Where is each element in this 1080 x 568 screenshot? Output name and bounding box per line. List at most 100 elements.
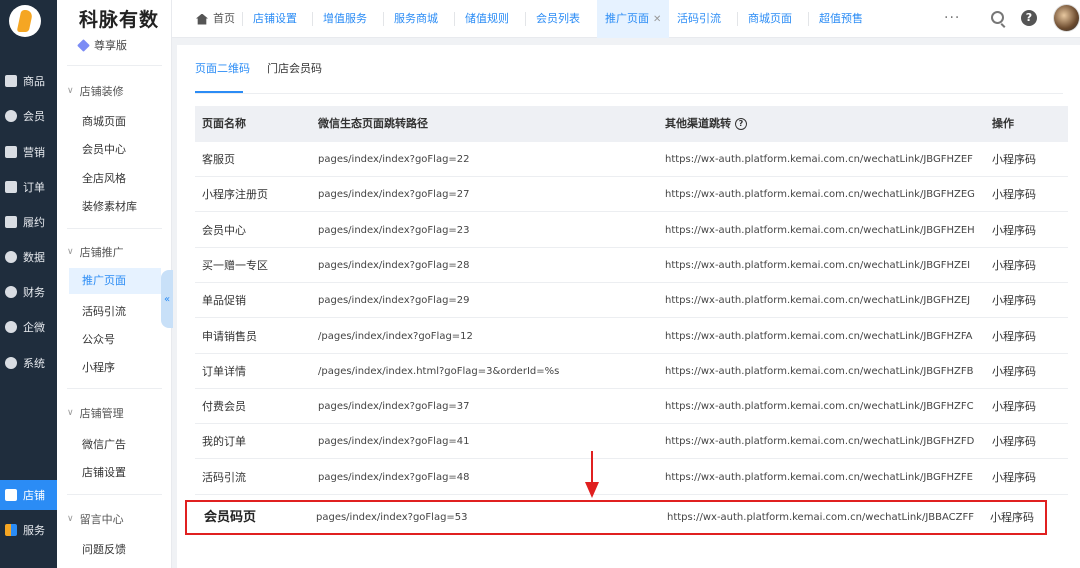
mini-program-code-button[interactable]: 小程序码 (990, 502, 1034, 533)
tab-member-list[interactable]: 会员列表 (536, 0, 580, 38)
avatar[interactable] (1053, 4, 1080, 32)
sub-item-promotion-page[interactable]: 推广页面 (69, 268, 161, 294)
cell-page-name: 申请销售员 (202, 329, 257, 343)
cell-wechat-path: pages/index/index?goFlag=53 (316, 512, 468, 523)
cell-other-link[interactable]: https://wx-auth.platform.kemai.com.cn/we… (665, 177, 975, 212)
cell-other-link[interactable]: https://wx-auth.platform.kemai.com.cn/we… (665, 460, 973, 495)
mini-program-code-button[interactable]: 小程序码 (992, 319, 1036, 354)
cell-other-link[interactable]: https://wx-auth.platform.kemai.com.cn/we… (665, 424, 974, 459)
tab-underline-track (195, 93, 1063, 94)
close-icon[interactable]: ✕ (653, 14, 661, 25)
highlighted-table-row[interactable]: 会员码页 pages/index/index?goFlag=53 https:/… (185, 500, 1047, 535)
sub-item-store-settings[interactable]: 店铺设置 (82, 464, 126, 480)
tab-service-mall[interactable]: 服务商城 (394, 0, 438, 38)
section-title: 店铺装修 (79, 85, 124, 98)
nav-item-goods[interactable]: 商品 (0, 66, 57, 96)
wecom-icon (5, 321, 17, 333)
tab-value-added[interactable]: 增值服务 (323, 0, 367, 38)
nav-item-member[interactable]: 会员 (0, 101, 57, 131)
mini-program-code-button[interactable]: 小程序码 (992, 213, 1036, 248)
tab-home[interactable]: 首页 (196, 0, 235, 38)
sub-item-material-library[interactable]: 装修素材库 (82, 198, 137, 214)
section-promotion[interactable]: ∨ 店铺推广 (67, 244, 124, 260)
tab-stored-value-rules[interactable]: 储值规则 (465, 0, 509, 38)
app-logo[interactable] (9, 5, 41, 37)
app-window: 商品 会员 营销 订单 履约 数据 财务 企微 系统 店铺 服务 科脉有数 尊享… (0, 0, 1080, 568)
cell-wechat-path: pages/index/index?goFlag=41 (318, 436, 470, 448)
tab-page-qrcode[interactable]: 页面二维码 (195, 60, 250, 76)
cell-page-name: 活码引流 (202, 470, 246, 484)
section-management[interactable]: ∨ 店铺管理 (67, 405, 124, 421)
nav-label: 数据 (23, 251, 45, 264)
cell-other-link[interactable]: https://wx-auth.platform.kemai.com.cn/we… (665, 213, 975, 248)
nav-item-system[interactable]: 系统 (0, 348, 57, 378)
collapse-sidebar-button[interactable]: « (161, 270, 173, 328)
cell-page-name: 我的订单 (202, 435, 246, 449)
cell-wechat-path: /pages/index/index?goFlag=12 (318, 330, 473, 342)
tab-store-settings[interactable]: 店铺设置 (253, 0, 297, 38)
sub-item-mall-page[interactable]: 商城页面 (82, 113, 126, 129)
cell-page-name: 单品促销 (202, 294, 246, 308)
header-wechat-path: 微信生态页面跳转路径 (318, 117, 428, 130)
help-icon[interactable]: ? (1021, 10, 1037, 26)
tab-live-code[interactable]: 活码引流 (677, 0, 721, 38)
tab-store-member-code[interactable]: 门店会员码 (267, 60, 322, 76)
search-icon[interactable] (991, 11, 1004, 24)
table-row: 活码引流 pages/index/index?goFlag=48 https://w… (195, 460, 1068, 495)
section-messages[interactable]: ∨ 留言中心 (67, 511, 124, 527)
order-icon (5, 181, 17, 193)
mini-program-code-button[interactable]: 小程序码 (992, 248, 1036, 283)
store-icon (5, 489, 17, 501)
mini-program-code-button[interactable]: 小程序码 (992, 354, 1036, 389)
cell-page-name: 会员码页 (204, 510, 257, 525)
tab-separator (383, 12, 384, 26)
nav-label: 履约 (23, 216, 45, 229)
mini-program-code-button[interactable]: 小程序码 (992, 389, 1036, 424)
sub-item-official-account[interactable]: 公众号 (82, 331, 115, 347)
nav-item-finance[interactable]: 财务 (0, 277, 57, 307)
more-tabs-button[interactable]: ··· (944, 0, 960, 36)
cell-other-link[interactable]: https://wx-auth.platform.kemai.com.cn/we… (665, 354, 973, 389)
nav-item-order[interactable]: 订单 (0, 172, 57, 202)
section-decoration[interactable]: ∨ 店铺装修 (67, 83, 124, 99)
table-row: 付费会员 pages/index/index?goFlag=37 https://w… (195, 389, 1068, 425)
system-icon (5, 357, 17, 369)
active-tab-indicator (195, 91, 243, 93)
question-circle-icon[interactable]: ? (735, 118, 747, 130)
sub-item-store-style[interactable]: 全店风格 (82, 170, 126, 186)
mini-program-code-button[interactable]: 小程序码 (992, 460, 1036, 495)
table-row: 会员中心 pages/index/index?goFlag=23 https://w… (195, 213, 1068, 248)
nav-item-service[interactable]: 服务 (0, 515, 57, 545)
fulfillment-icon (5, 216, 17, 228)
nav-item-wecom[interactable]: 企微 (0, 312, 57, 342)
cell-other-link[interactable]: https://wx-auth.platform.kemai.com.cn/we… (667, 502, 974, 533)
nav-item-fulfillment[interactable]: 履约 (0, 207, 57, 237)
sub-item-feedback[interactable]: 问题反馈 (82, 541, 126, 557)
mini-program-code-button[interactable]: 小程序码 (992, 142, 1036, 177)
tab-promotion-page[interactable]: 推广页面 ✕ (597, 0, 670, 38)
mini-program-code-button[interactable]: 小程序码 (992, 424, 1036, 459)
sub-item-live-code[interactable]: 活码引流 (82, 303, 126, 319)
sub-item-wechat-ads[interactable]: 微信广告 (82, 436, 126, 452)
cell-page-name: 小程序注册页 (202, 188, 268, 202)
service-icon (5, 524, 17, 536)
nav-item-store[interactable]: 店铺 (0, 480, 57, 510)
edition-label: 尊享版 (94, 39, 127, 52)
cell-wechat-path: pages/index/index?goFlag=29 (318, 295, 470, 307)
sub-item-mini-program[interactable]: 小程序 (82, 359, 115, 375)
table-header: 页面名称 微信生态页面跳转路径 其他渠道跳转? 操作 (195, 106, 1068, 142)
nav-item-marketing[interactable]: 营销 (0, 137, 57, 167)
cell-other-link[interactable]: https://wx-auth.platform.kemai.com.cn/we… (665, 319, 973, 354)
tab-mall-page[interactable]: 商城页面 (748, 0, 792, 38)
cell-other-link[interactable]: https://wx-auth.platform.kemai.com.cn/we… (665, 248, 970, 283)
sub-item-member-center[interactable]: 会员中心 (82, 141, 126, 157)
cell-other-link[interactable]: https://wx-auth.platform.kemai.com.cn/we… (665, 389, 974, 424)
tab-presale[interactable]: 超值预售 (819, 0, 863, 38)
nav-item-data[interactable]: 数据 (0, 242, 57, 272)
mini-program-code-button[interactable]: 小程序码 (992, 177, 1036, 212)
cell-other-link[interactable]: https://wx-auth.platform.kemai.com.cn/we… (665, 283, 970, 318)
mini-program-code-button[interactable]: 小程序码 (992, 283, 1036, 318)
nav-label: 服务 (23, 524, 45, 537)
cell-other-link[interactable]: https://wx-auth.platform.kemai.com.cn/we… (665, 142, 973, 177)
annotation-arrow-head (585, 482, 599, 498)
